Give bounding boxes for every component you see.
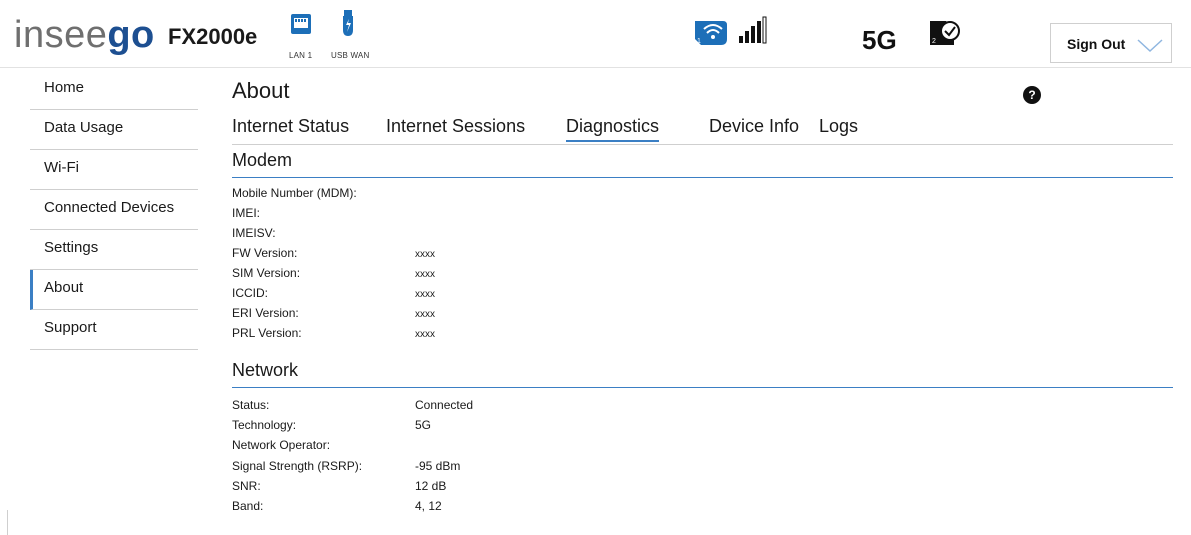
brand-logo: inseеgo: [14, 14, 155, 56]
table-row: Technology: 5G: [232, 418, 832, 438]
sign-out-button[interactable]: Sign Out: [1050, 23, 1172, 63]
modem-section-title: Modem: [232, 150, 1173, 178]
divider: [7, 510, 8, 535]
tab-device-info[interactable]: Device Info: [709, 116, 799, 140]
row-key: Status:: [232, 398, 270, 412]
sidebar-item-label: Wi-Fi: [44, 159, 79, 176]
network-type-indicator: 5G: [862, 25, 897, 55]
row-key: IMEISV:: [232, 226, 276, 240]
device-model: FX2000e: [168, 24, 258, 49]
row-value: xxxx: [415, 289, 435, 300]
sidebar-item-label: Data Usage: [44, 119, 124, 136]
row-key: Technology:: [232, 418, 297, 432]
row-value: xxxx: [415, 249, 435, 260]
row-key: SIM Version:: [232, 266, 301, 280]
table-row: SIM Version: xxxx: [232, 266, 832, 286]
row-key: SNR:: [232, 479, 261, 493]
svg-text:1: 1: [697, 38, 701, 45]
row-value: 12 dB: [415, 479, 447, 493]
lan-label: LAN 1: [289, 51, 313, 60]
lan-port-icon: [290, 13, 312, 52]
svg-text:2: 2: [932, 38, 936, 45]
row-key: IMEI:: [232, 206, 261, 220]
sidebar-item-label: About: [44, 279, 84, 296]
table-row: Network Operator:: [232, 438, 832, 458]
top-header: inseеgo FX2000e LAN 1 USB WAN 1 5G 2 Sig…: [0, 0, 1191, 68]
row-value: -95 dBm: [415, 459, 461, 473]
table-row: SNR: 12 dB: [232, 479, 832, 499]
sidebar-nav: Home Data Usage Wi-Fi Connected Devices …: [30, 70, 198, 350]
page-title: About: [232, 78, 290, 103]
usb-icon: [341, 10, 355, 45]
sign-out-label: Sign Out: [1067, 36, 1126, 52]
table-row: PRL Version: xxxx: [232, 326, 832, 346]
tab-internet-sessions[interactable]: Internet Sessions: [386, 116, 525, 140]
row-key: Band:: [232, 499, 264, 513]
row-key: PRL Version:: [232, 326, 302, 340]
wifi-icon: 1: [693, 17, 729, 54]
signal-bars-icon: [738, 16, 768, 49]
sidebar-item-label: Connected Devices: [44, 199, 175, 216]
row-value: Connected: [415, 398, 474, 412]
sidebar-item-wifi[interactable]: Wi-Fi: [30, 150, 198, 190]
table-row: ERI Version: xxxx: [232, 306, 832, 326]
sim-check-icon: 2: [928, 17, 962, 54]
row-value: xxxx: [415, 329, 435, 340]
table-row: Mobile Number (MDM):: [232, 186, 832, 206]
sidebar-item-label: Settings: [44, 239, 99, 256]
tab-diagnostics[interactable]: Diagnostics: [566, 116, 660, 142]
row-key: Signal Strength (RSRP):: [232, 459, 363, 473]
row-key: Network Operator:: [232, 438, 331, 452]
sidebar-item-label: Support: [44, 319, 97, 336]
sidebar-item-data-usage[interactable]: Data Usage: [30, 110, 198, 150]
help-icon[interactable]: ?: [1023, 86, 1041, 104]
tab-logs[interactable]: Logs: [819, 116, 858, 140]
row-key: ICCID:: [232, 286, 268, 300]
table-row: Band: 4, 12: [232, 499, 832, 519]
usb-wan-label: USB WAN: [331, 51, 370, 60]
table-row: IMEI:: [232, 206, 832, 226]
table-row: IMEISV:: [232, 226, 832, 246]
sidebar-item-about[interactable]: About: [30, 270, 198, 310]
table-row: Status: Connected: [232, 398, 832, 418]
chevron-down-icon: [1137, 39, 1163, 53]
row-value: 5G: [415, 418, 432, 432]
tab-internet-status[interactable]: Internet Status: [232, 116, 349, 140]
table-row: FW Version: xxxx: [232, 246, 832, 266]
row-key: ERI Version:: [232, 306, 299, 320]
sidebar-item-connected-devices[interactable]: Connected Devices: [30, 190, 198, 230]
row-value: xxxx: [415, 269, 435, 280]
row-key: FW Version:: [232, 246, 298, 260]
table-row: Signal Strength (RSRP): -95 dBm: [232, 459, 832, 479]
row-value: xxxx: [415, 309, 435, 320]
sidebar-item-home[interactable]: Home: [30, 70, 198, 110]
table-row: ICCID: xxxx: [232, 286, 832, 306]
sidebar-item-label: Home: [44, 79, 85, 96]
network-section-title: Network: [232, 360, 1173, 388]
sidebar-item-settings[interactable]: Settings: [30, 230, 198, 270]
tab-bar: Internet Status Internet Sessions Diagno…: [232, 116, 1173, 145]
row-key: Mobile Number (MDM):: [232, 186, 357, 200]
sidebar-item-support[interactable]: Support: [30, 310, 198, 350]
row-value: 4, 12: [415, 499, 442, 513]
